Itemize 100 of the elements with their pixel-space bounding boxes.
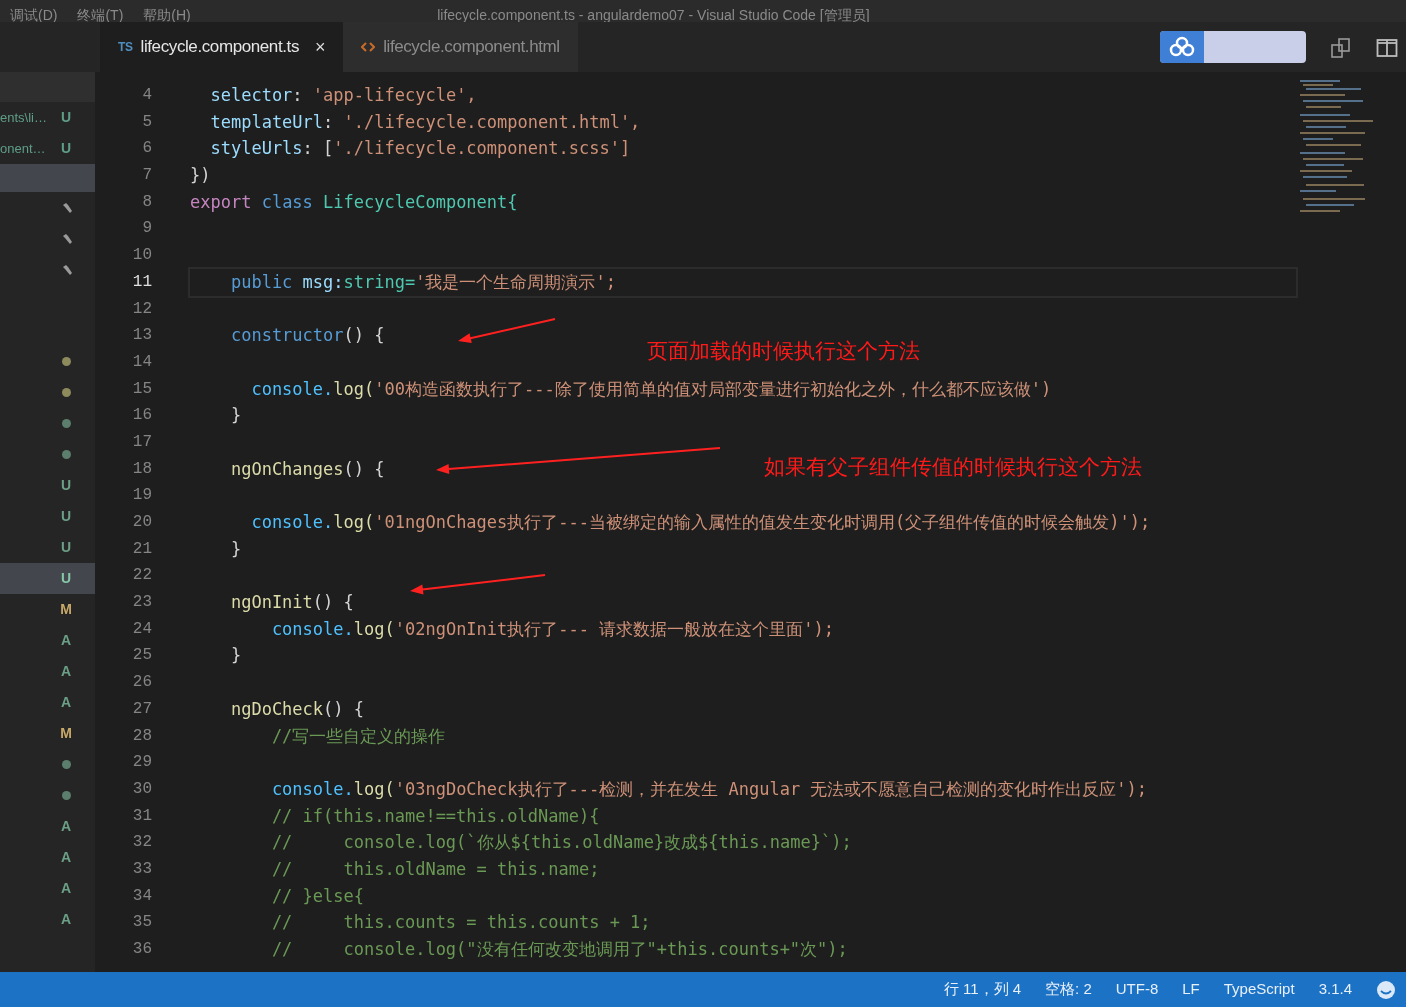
annotation-text: 如果有父子组件传值的时候执行这个方法: [764, 454, 1142, 481]
status-item[interactable]: TypeScript: [1223, 978, 1295, 1001]
code-line: selector: 'app-lifecycle',: [209, 84, 477, 107]
tool-icon: [61, 263, 73, 276]
code-line: }: [229, 537, 242, 561]
line-number: 15: [131, 378, 153, 400]
code-line: // console.log(`你从${this.oldName}改成${this.name}`);: [270, 831, 852, 855]
git-status: U: [59, 139, 73, 158]
line-number: 6: [141, 138, 153, 160]
line-number: 5: [141, 111, 153, 133]
line-number: 16: [131, 405, 153, 427]
compare-icon[interactable]: [1330, 35, 1352, 59]
code-line: // }else{: [270, 884, 364, 908]
status-item[interactable]: 3.1.4: [1318, 978, 1352, 1001]
code-line: ngOnChanges() {: [229, 457, 385, 481]
line-number: 7: [141, 165, 153, 187]
git-status: A: [59, 693, 73, 712]
git-status: M: [59, 600, 73, 619]
smiley-icon[interactable]: [1376, 979, 1396, 1000]
annotation-text: 页面加载的时候执行这个方法: [647, 338, 920, 365]
sidebar-row[interactable]: A: [0, 625, 95, 656]
menu-item[interactable]: 调试(D): [0, 8, 68, 22]
git-status: U: [59, 507, 73, 526]
git-status: U: [59, 538, 73, 557]
line-number: 30: [131, 778, 153, 800]
line-number: 12: [131, 298, 153, 320]
line-number: 31: [131, 805, 153, 827]
code-line: }: [229, 644, 242, 668]
line-number: 26: [131, 672, 153, 694]
line-number: 36: [131, 939, 153, 960]
line-number: 32: [131, 832, 153, 854]
sidebar-row[interactable]: M: [0, 594, 95, 625]
line-number: 8: [141, 191, 153, 213]
git-status: U: [59, 476, 73, 495]
line-number: 14: [131, 351, 153, 373]
line-number: 11: [131, 271, 153, 293]
line-number: 34: [131, 885, 153, 907]
sidebar-row[interactable]: U: [0, 470, 95, 501]
line-number: 4: [141, 85, 153, 106]
code-line: }: [229, 404, 242, 428]
sidebar-row[interactable]: M: [0, 718, 95, 749]
git-status: U: [59, 108, 73, 127]
status-item[interactable]: LF: [1182, 978, 1200, 1001]
git-status: A: [59, 848, 73, 867]
status-item[interactable]: UTF-8: [1115, 978, 1159, 1001]
sidebar-row[interactable]: A: [0, 811, 95, 842]
menu-item[interactable]: 终端(T): [67, 8, 134, 22]
sidebar-row[interactable]: A: [0, 687, 95, 718]
git-status: M: [59, 724, 73, 743]
line-number: 35: [131, 912, 153, 934]
html-file-icon: [361, 40, 376, 54]
sidebar-row[interactable]: U: [0, 501, 95, 532]
git-status: A: [59, 910, 73, 929]
code-line: console.log('02ngOnInit执行了--- 请求数据一般放在这个里面');: [270, 617, 834, 641]
sidebar-row[interactable]: onent… U: [0, 133, 95, 164]
close-icon[interactable]: ×: [315, 33, 326, 61]
git-status: A: [59, 662, 73, 681]
code-line: // if(this.name!==this.oldName){: [270, 804, 600, 828]
window-title: lifecycle.component.ts - angulardemo07 - Visual Studio Code [管理员]: [437, 7, 870, 22]
status-item[interactable]: 行 11，列 4: [943, 978, 1022, 1001]
file-name[interactable]: ents\li…: [0, 107, 47, 128]
file-name[interactable]: onent…: [0, 138, 46, 159]
tab-label: lifecycle.component.html: [383, 36, 560, 59]
code-line: // this.counts = this.counts + 1;: [270, 911, 651, 935]
code-line: //写一些自定义的操作: [270, 724, 446, 748]
editor-tab[interactable]: TS lifecycle.component.ts ×: [100, 22, 344, 72]
line-number: 27: [131, 698, 153, 720]
sidebar-row[interactable]: ents\li… U: [0, 102, 95, 133]
line-number: 22: [131, 565, 153, 587]
line-number: 29: [131, 752, 153, 774]
editor-tab[interactable]: lifecycle.component.html: [343, 22, 578, 72]
git-status: A: [59, 817, 73, 836]
code-line: console.log('01ngOnChages执行了---当被绑定的输入属性的值发生变化时调用(父子组件传值的时候会触发)');: [250, 511, 1151, 534]
sidebar-row[interactable]: U: [0, 563, 95, 594]
menu-item[interactable]: 帮助(H): [133, 8, 201, 22]
sidebar-row[interactable]: U: [0, 532, 95, 563]
tab-label: lifecycle.component.ts: [140, 36, 299, 59]
line-number: 17: [131, 431, 153, 453]
line-number: 10: [131, 245, 153, 267]
typescript-file-icon: TS: [118, 38, 133, 56]
line-number: 18: [131, 458, 153, 480]
code-line: }): [190, 164, 211, 188]
status-item[interactable]: 空格: 2: [1045, 978, 1092, 1001]
code-line: ngDoCheck() {: [229, 697, 364, 721]
code-line: ngOnInit() {: [229, 591, 354, 615]
sidebar-row[interactable]: A: [0, 842, 95, 873]
sidebar-row[interactable]: A: [0, 873, 95, 904]
line-number: 19: [131, 485, 153, 507]
line-number: 24: [131, 618, 153, 640]
line-number: 28: [131, 725, 153, 747]
upload-button[interactable]: [1160, 31, 1306, 63]
code-line: console.log('03ngDoCheck执行了---检测，并在发生 Angular 无法或不愿意自己检测的变化时作出反应');: [270, 777, 1148, 801]
cloud-icon: [1168, 36, 1196, 58]
code-line: // this.oldName = this.name;: [270, 857, 600, 881]
git-status: A: [59, 631, 73, 650]
line-number: 21: [131, 538, 153, 560]
line-number: 13: [131, 325, 153, 347]
sidebar-row[interactable]: A: [0, 904, 95, 935]
sidebar-row[interactable]: A: [0, 656, 95, 687]
line-number: 33: [131, 858, 153, 880]
